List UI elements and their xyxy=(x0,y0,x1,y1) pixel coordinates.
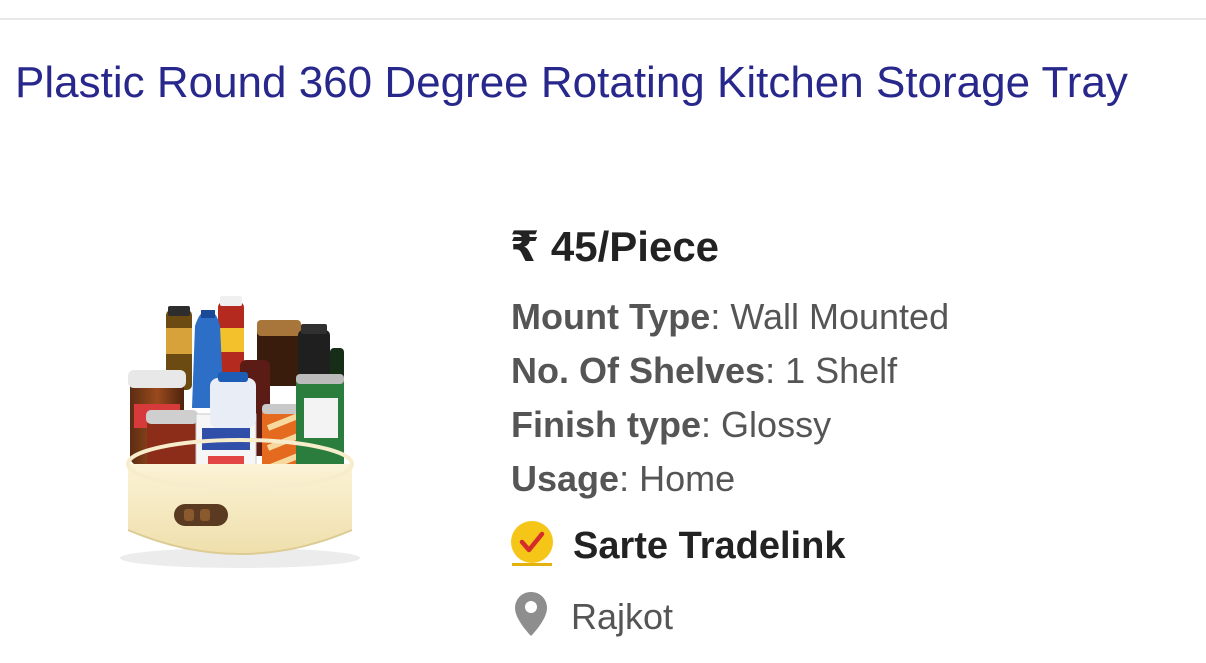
product-title[interactable]: Plastic Round 360 Degree Rotating Kitche… xyxy=(15,54,1185,111)
seller-location: Rajkot xyxy=(513,590,673,643)
spec-label: Mount Type xyxy=(511,296,711,337)
spec-row-usage: Usage: Home xyxy=(511,458,736,499)
seller-name[interactable]: Sarte Tradelink xyxy=(573,520,845,572)
spec-label: Usage xyxy=(511,458,620,499)
product-price: ₹ 45/Piece xyxy=(510,223,720,270)
spec-row-mount-type: Mount Type: Wall Mounted xyxy=(511,296,950,337)
location-city: Rajkot xyxy=(571,595,674,637)
top-divider xyxy=(0,18,1206,20)
spec-value: Home xyxy=(639,458,736,499)
storage-tray-illustration xyxy=(100,288,385,578)
seller-link[interactable]: Sarte Tradelink xyxy=(509,520,845,572)
spec-row-shelves: No. Of Shelves: 1 Shelf xyxy=(511,350,898,391)
spec-label: No. Of Shelves xyxy=(511,350,766,391)
verified-check-icon xyxy=(509,520,555,572)
product-specs: Mount Type: Wall Mounted No. Of Shelves:… xyxy=(511,290,949,506)
spec-value: Wall Mounted xyxy=(730,296,950,337)
spec-value: 1 Shelf xyxy=(785,350,898,391)
spec-row-finish-type: Finish type: Glossy xyxy=(511,404,832,445)
spec-value: Glossy xyxy=(721,404,832,445)
spec-label: Finish type xyxy=(511,404,702,445)
location-pin-icon xyxy=(513,590,549,643)
product-image[interactable] xyxy=(100,288,385,578)
